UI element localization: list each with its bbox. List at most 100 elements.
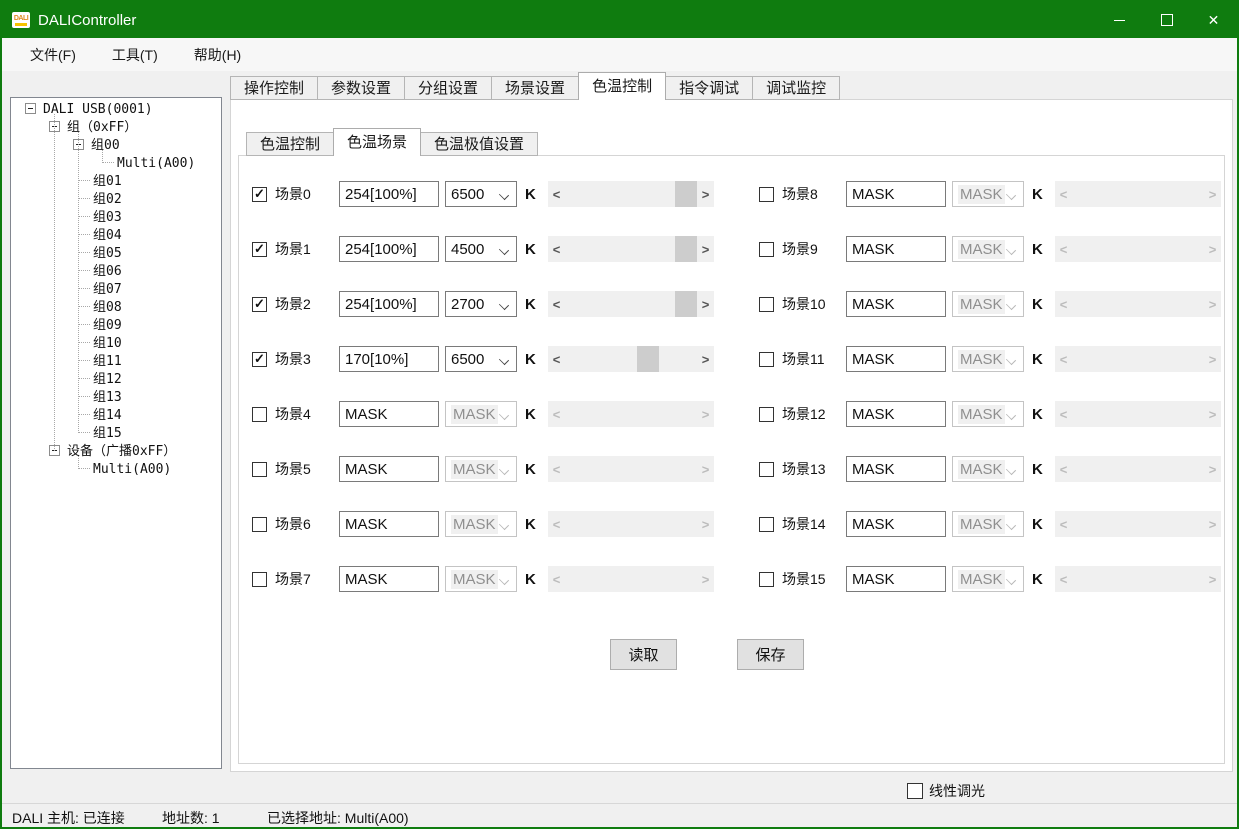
tree-item[interactable]: 组05: [11, 244, 221, 262]
tree-item[interactable]: 组01: [11, 172, 221, 190]
scene-checkbox[interactable]: ✓: [252, 242, 267, 257]
scene-checkbox[interactable]: [759, 242, 774, 257]
scrollbar-thumb[interactable]: [675, 291, 697, 317]
scene-ct-dropdown[interactable]: 4500: [445, 236, 517, 262]
scene-ct-scrollbar[interactable]: <>: [548, 236, 714, 262]
scrollbar-thumb[interactable]: [675, 181, 697, 207]
tree-expander-icon[interactable]: [25, 103, 36, 114]
scene-level-input[interactable]: [846, 566, 946, 592]
scene-checkbox[interactable]: [759, 297, 774, 312]
scene-checkbox[interactable]: [759, 352, 774, 367]
tab-3[interactable]: 分组设置: [404, 76, 492, 100]
scene-ct-dropdown[interactable]: MASK: [952, 181, 1024, 207]
tab-7[interactable]: 调试监控: [752, 76, 840, 100]
tree-item[interactable]: Multi(A00): [11, 154, 221, 172]
scroll-right-icon[interactable]: >: [697, 346, 714, 372]
scene-checkbox[interactable]: [759, 407, 774, 422]
tree-item[interactable]: Multi(A00): [11, 460, 221, 478]
scene-level-input[interactable]: [846, 236, 946, 262]
read-button[interactable]: 读取: [610, 639, 677, 670]
scene-checkbox[interactable]: [759, 517, 774, 532]
scene-checkbox[interactable]: ✓: [252, 187, 267, 202]
tab-2[interactable]: 参数设置: [317, 76, 405, 100]
tree-item[interactable]: 组04: [11, 226, 221, 244]
scene-checkbox[interactable]: ✓: [252, 297, 267, 312]
scene-ct-dropdown[interactable]: MASK: [952, 291, 1024, 317]
scroll-left-icon[interactable]: <: [548, 346, 565, 372]
scrollbar-thumb[interactable]: [675, 236, 697, 262]
scene-ct-dropdown[interactable]: MASK: [952, 456, 1024, 482]
menu-item-3[interactable]: 帮助(H): [182, 40, 253, 70]
tree-item[interactable]: 组02: [11, 190, 221, 208]
tab-1[interactable]: 操作控制: [230, 76, 318, 100]
tab-5[interactable]: 色温控制: [578, 72, 666, 100]
scene-level-input[interactable]: [339, 346, 439, 372]
scene-checkbox[interactable]: [759, 572, 774, 587]
tab-4[interactable]: 场景设置: [491, 76, 579, 100]
tree-item[interactable]: 组03: [11, 208, 221, 226]
scene-checkbox[interactable]: [759, 462, 774, 477]
menu-item-2[interactable]: 工具(T): [100, 40, 170, 70]
scene-ct-dropdown[interactable]: 6500: [445, 346, 517, 372]
scrollbar-thumb[interactable]: [637, 346, 659, 372]
scene-ct-dropdown[interactable]: MASK: [445, 566, 517, 592]
scene-level-input[interactable]: [339, 456, 439, 482]
scene-ct-dropdown[interactable]: MASK: [445, 456, 517, 482]
scene-level-input[interactable]: [339, 181, 439, 207]
scene-level-input[interactable]: [846, 401, 946, 427]
scene-checkbox[interactable]: [252, 407, 267, 422]
save-button[interactable]: 保存: [737, 639, 804, 670]
subtab-1[interactable]: 色温控制: [246, 132, 334, 156]
tree-item[interactable]: 组11: [11, 352, 221, 370]
scroll-right-icon[interactable]: >: [697, 291, 714, 317]
scene-ct-dropdown[interactable]: MASK: [952, 346, 1024, 372]
subtab-3[interactable]: 色温极值设置: [420, 132, 538, 156]
scroll-left-icon[interactable]: <: [548, 291, 565, 317]
tree-item[interactable]: 设备（广播0xFF）: [11, 442, 221, 460]
scene-level-input[interactable]: [339, 291, 439, 317]
scene-level-input[interactable]: [846, 456, 946, 482]
scene-ct-dropdown[interactable]: MASK: [445, 401, 517, 427]
scene-ct-dropdown[interactable]: MASK: [952, 401, 1024, 427]
scene-ct-dropdown[interactable]: 6500: [445, 181, 517, 207]
scroll-right-icon[interactable]: >: [697, 181, 714, 207]
tree-item[interactable]: 组07: [11, 280, 221, 298]
scene-checkbox[interactable]: [252, 517, 267, 532]
scene-level-input[interactable]: [846, 346, 946, 372]
tree-item[interactable]: 组06: [11, 262, 221, 280]
subtab-2[interactable]: 色温场景: [333, 128, 421, 156]
scene-level-input[interactable]: [339, 236, 439, 262]
scene-level-input[interactable]: [339, 511, 439, 537]
scene-level-input[interactable]: [846, 291, 946, 317]
scene-ct-dropdown[interactable]: MASK: [952, 566, 1024, 592]
scene-checkbox[interactable]: [252, 572, 267, 587]
scene-ct-scrollbar[interactable]: <>: [548, 181, 714, 207]
scroll-left-icon[interactable]: <: [548, 236, 565, 262]
tree-item[interactable]: 组13: [11, 388, 221, 406]
tree-item[interactable]: 组00: [11, 136, 221, 154]
minimize-button[interactable]: [1096, 2, 1143, 38]
scene-ct-scrollbar[interactable]: <>: [548, 291, 714, 317]
scene-ct-dropdown[interactable]: MASK: [445, 511, 517, 537]
tree-item[interactable]: 组08: [11, 298, 221, 316]
scroll-left-icon[interactable]: <: [548, 181, 565, 207]
scene-checkbox[interactable]: ✓: [252, 352, 267, 367]
window-resize-grip[interactable]: [1221, 815, 1233, 827]
tree-item[interactable]: DALI USB(0001): [11, 100, 221, 118]
menu-item-1[interactable]: 文件(F): [18, 40, 88, 70]
tree-item[interactable]: 组09: [11, 316, 221, 334]
scene-level-input[interactable]: [846, 181, 946, 207]
scene-ct-dropdown[interactable]: 2700: [445, 291, 517, 317]
linear-dimming-checkbox[interactable]: [907, 783, 923, 799]
scene-level-input[interactable]: [339, 401, 439, 427]
scene-checkbox[interactable]: [759, 187, 774, 202]
scene-ct-scrollbar[interactable]: <>: [548, 346, 714, 372]
scene-level-input[interactable]: [339, 566, 439, 592]
scene-ct-dropdown[interactable]: MASK: [952, 511, 1024, 537]
scroll-right-icon[interactable]: >: [697, 236, 714, 262]
tree-item[interactable]: 组10: [11, 334, 221, 352]
tree-item[interactable]: 组14: [11, 406, 221, 424]
maximize-button[interactable]: [1143, 2, 1190, 38]
tab-6[interactable]: 指令调试: [665, 76, 753, 100]
close-button[interactable]: ✕: [1190, 2, 1237, 38]
